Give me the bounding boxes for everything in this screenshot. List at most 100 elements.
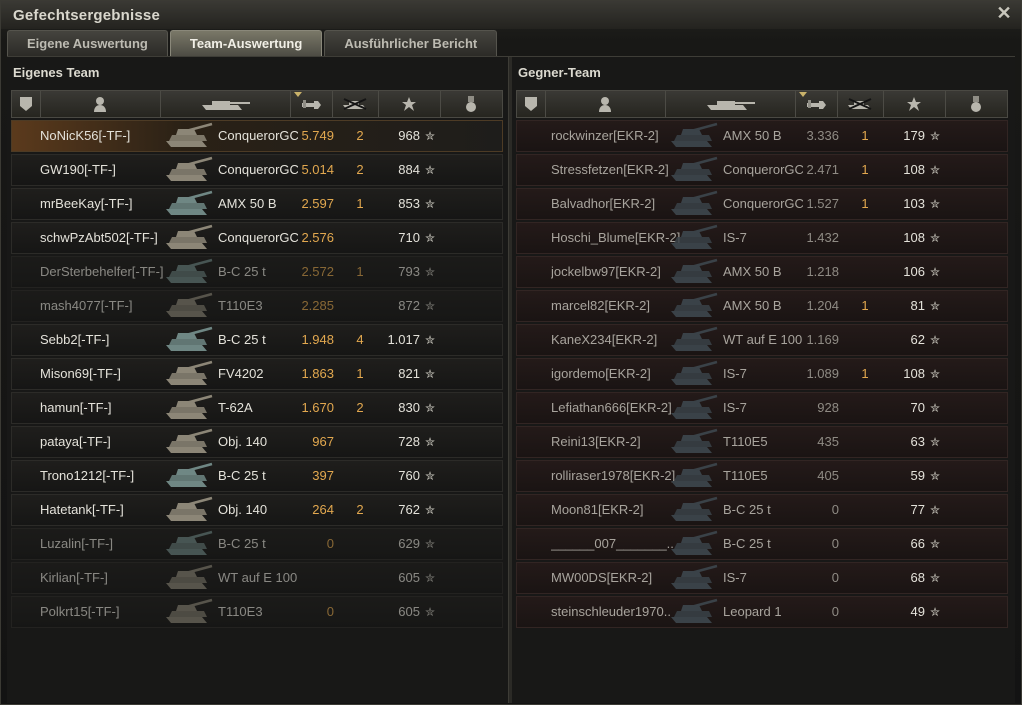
damage-icon [805,97,827,111]
experience-star-icon: ✮ [424,299,436,313]
player-row[interactable]: hamun[-TF-] T-62A 1.670 2 830 ✮ [11,392,503,424]
tab-detailed-report[interactable]: Ausführlicher Bericht [324,30,498,56]
player-row[interactable]: Balvadhor[EKR-2] ConquerorGC 1.527 1 103 ✮ [516,188,1008,220]
player-row[interactable]: rockwinzer[EKR-2] AMX 50 B 3.336 1 179 ✮ [516,120,1008,152]
player-row[interactable]: jockelbw97[EKR-2] AMX 50 B 1.218 106 ✮ [516,256,1008,288]
experience-value: 49 [910,604,925,619]
damage-value: 0 [831,604,839,619]
player-row[interactable]: Luzalin[-TF-] B-C 25 t 0 629 ✮ [11,528,503,560]
experience-value: 103 [903,196,925,211]
experience-star-icon: ✮ [929,197,941,211]
tank-icon [164,462,216,490]
column-header-kills[interactable] [332,91,379,117]
tank-icon [669,428,721,456]
enemy-team-column-header [516,90,1008,118]
player-row[interactable]: pataya[-TF-] Obj. 140 967 728 ✮ [11,426,503,458]
player-icon [93,96,107,112]
column-header-tank[interactable] [665,91,796,117]
player-row[interactable]: ______007_______.. B-C 25 t 0 66 ✮ [516,528,1008,560]
damage-value: 1.670 [301,400,334,415]
kills-value [350,597,370,627]
tab-own-evaluation[interactable]: Eigene Auswertung [7,30,168,56]
column-header-player[interactable] [545,91,666,117]
column-header-tank[interactable] [160,91,291,117]
player-row[interactable]: KaneX234[EKR-2] WT auf E 100 1.169 62 ✮ [516,324,1008,356]
player-row[interactable]: Moon81[EKR-2] B-C 25 t 0 77 ✮ [516,494,1008,526]
player-row[interactable]: DerSterbehelfer[-TF-] B-C 25 t 2.572 1 793 ✮ [11,256,503,288]
player-name: Trono1212[-TF-] [40,468,135,483]
player-row[interactable]: Hatetank[-TF-] Obj. 140 264 2 762 ✮ [11,494,503,526]
kills-value [350,563,370,593]
damage-value: 2.285 [301,298,334,313]
player-row[interactable]: Lefiathan666[EKR-2] IS-7 928 70 ✮ [516,392,1008,424]
damage-value: 1.218 [806,264,839,279]
experience-value: 605 [398,570,420,585]
kills-icon [844,97,876,111]
experience-value: 762 [398,502,420,517]
damage-value: 264 [312,502,334,517]
tank-icon [164,258,216,286]
experience-star-icon: ✮ [424,503,436,517]
player-row[interactable]: GW190[-TF-] ConquerorGC 5.014 2 884 ✮ [11,154,503,186]
tank-icon [669,598,721,626]
player-row[interactable]: Polkrt15[-TF-] T110E3 0 605 ✮ [11,596,503,628]
tank-icon [669,564,721,592]
column-header-platoon[interactable] [517,91,546,117]
player-row[interactable]: schwPzAbt502[-TF-] ConquerorGC 2.576 710 ✮ [11,222,503,254]
kills-value: 1 [356,366,364,381]
column-header-damage[interactable] [795,91,838,117]
tab-bar: Eigene Auswertung Team-Auswertung Ausfüh… [7,30,498,56]
experience-star-icon: ✮ [424,401,436,415]
column-header-medal[interactable] [440,91,502,117]
player-row[interactable]: Reini13[EKR-2] T110E5 435 63 ✮ [516,426,1008,458]
player-row[interactable]: steinschleuder1970.. Leopard 1 0 49 ✮ [516,596,1008,628]
player-name: Hatetank[-TF-] [40,502,124,517]
column-header-platoon[interactable] [12,91,41,117]
damage-value: 1.204 [806,298,839,313]
experience-value: 62 [910,332,925,347]
close-icon[interactable]: ✕ [995,4,1013,22]
player-row[interactable]: Hoschi_Blume[EKR-2] IS-7 1.432 108 ✮ [516,222,1008,254]
experience-star-icon: ✮ [929,231,941,245]
kills-value [855,461,875,491]
player-row[interactable]: MW00DS[EKR-2] IS-7 0 68 ✮ [516,562,1008,594]
experience-value: 605 [398,604,420,619]
experience-value: 793 [398,264,420,279]
player-row[interactable]: Trono1212[-TF-] B-C 25 t 397 760 ✮ [11,460,503,492]
player-name: marcel82[EKR-2] [551,298,650,313]
player-row[interactable]: mash4077[-TF-] T110E3 2.285 872 ✮ [11,290,503,322]
damage-value: 1.948 [301,332,334,347]
enemy-team-title: Gegner-Team [518,65,601,80]
experience-star-icon: ✮ [929,605,941,619]
damage-value: 5.014 [301,162,334,177]
player-name: igordemo[EKR-2] [551,366,651,381]
player-row[interactable]: Kirlian[-TF-] WT auf E 100 605 ✮ [11,562,503,594]
kills-value [350,427,370,457]
tab-team-evaluation[interactable]: Team-Auswertung [169,30,323,56]
column-header-damage[interactable] [290,91,333,117]
player-row[interactable]: marcel82[EKR-2] AMX 50 B 1.204 1 81 ✮ [516,290,1008,322]
tank-icon [669,394,721,422]
kills-value [855,495,875,525]
player-row[interactable]: rolliraser1978[EKR-2] T110E5 405 59 ✮ [516,460,1008,492]
tank-icon [669,258,721,286]
player-row[interactable]: igordemo[EKR-2] IS-7 1.089 1 108 ✮ [516,358,1008,390]
experience-value: 81 [910,298,925,313]
damage-value: 405 [817,468,839,483]
column-header-player[interactable] [40,91,161,117]
column-header-experience[interactable] [883,91,946,117]
player-name: rockwinzer[EKR-2] [551,128,659,143]
player-row[interactable]: Sebb2[-TF-] B-C 25 t 1.948 4 1.017 ✮ [11,324,503,356]
column-header-kills[interactable] [837,91,884,117]
damage-value [282,563,334,593]
player-row[interactable]: NoNicK56[-TF-] ConquerorGC 5.749 2 968 ✮ [11,120,503,152]
player-row[interactable]: Stressfetzen[EKR-2] ConquerorGC 2.471 1 108 ✮ [516,154,1008,186]
column-header-medal[interactable] [945,91,1007,117]
experience-value: 821 [398,366,420,381]
player-name: DerSterbehelfer[-TF-] [40,264,164,279]
column-header-experience[interactable] [378,91,441,117]
player-row[interactable]: Mison69[-TF-] FV4202 1.863 1 821 ✮ [11,358,503,390]
window-title: Gefechtsergebnisse [13,7,160,24]
player-row[interactable]: mrBeeKay[-TF-] AMX 50 B 2.597 1 853 ✮ [11,188,503,220]
player-name: mrBeeKay[-TF-] [40,196,133,211]
